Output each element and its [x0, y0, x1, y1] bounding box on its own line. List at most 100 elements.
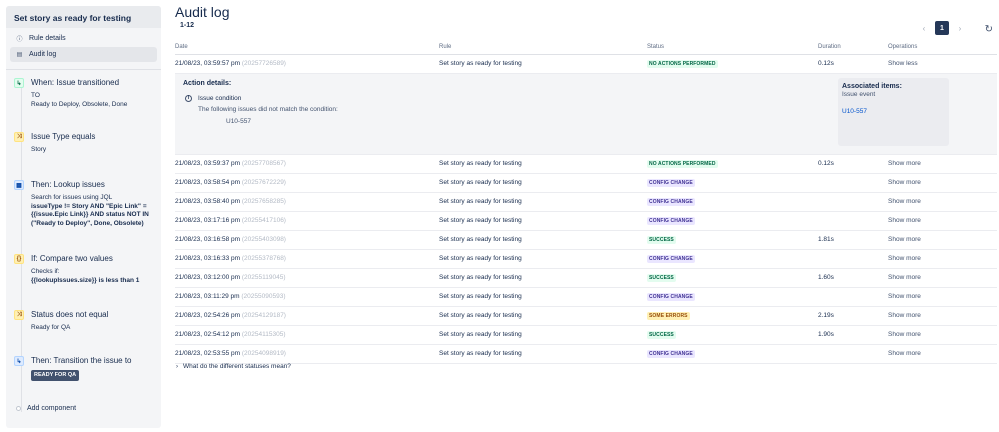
date-cell: 21/08/23, 03:59:57 pm (20257726589) [175, 54, 439, 74]
component-issue-type[interactable]: ⤨ Issue Type equals Story [14, 132, 156, 155]
component-status-condition[interactable]: ⤨ Status does not equal Ready for QA [14, 310, 156, 333]
audit-log-panel: Audit log 1-12 ‹ 1 › ↻ Date Rule Status … [175, 0, 997, 432]
component-compare[interactable]: {} If: Compare two values Checks if: {{lo… [14, 254, 156, 285]
status-cell: CONFIG CHANGE [647, 211, 818, 231]
add-component-button[interactable]: Add component [14, 405, 156, 412]
status-cell: NO ACTIONS PERFORMED [647, 54, 818, 74]
execution-id: (20254129187) [241, 312, 286, 319]
page-number[interactable]: 1 [935, 21, 949, 35]
col-duration: Duration [818, 41, 888, 55]
toggle-details-link[interactable]: Show more [888, 331, 921, 338]
sidebar-nav: ⓘ Rule details ▤ Audit log [6, 28, 161, 66]
operations-cell: Show more [888, 268, 997, 288]
status-badge: SUCCESS [647, 330, 676, 339]
component-flow: ↳ When: Issue transitioned TO Ready to De… [6, 70, 161, 412]
duration-cell [818, 173, 888, 193]
date-text: 21/08/23, 02:54:12 pm [175, 331, 241, 338]
table-row: 21/08/23, 02:54:26 pm (20254129187) Set s… [175, 306, 997, 326]
toggle-details-link[interactable]: Show more [888, 198, 921, 205]
rule-cell: Set story as ready for testing [439, 192, 647, 212]
execution-id: (20255378768) [241, 255, 286, 262]
table-row: 21/08/23, 03:16:58 pm (20255403098) Set s… [175, 230, 997, 250]
date-cell: 21/08/23, 02:54:12 pm (20254115305) [175, 325, 439, 345]
operations-cell: Show more [888, 173, 997, 193]
date-text: 21/08/23, 02:53:55 pm [175, 350, 241, 357]
nav-audit-log[interactable]: ▤ Audit log [10, 47, 157, 62]
chevron-left-icon[interactable]: ‹ [917, 21, 931, 35]
info-icon: i [185, 94, 192, 102]
component-transition[interactable]: ↳ Then: Transition the issue to READY FOR… [14, 356, 156, 381]
toggle-details-link[interactable]: Show more [888, 255, 921, 262]
rule-sidebar: Set story as ready for testing ⓘ Rule de… [6, 6, 161, 428]
operations-cell: Show more [888, 230, 997, 250]
execution-id: (20255119045) [241, 274, 286, 281]
date-cell: 21/08/23, 03:12:00 pm (20255119045) [175, 268, 439, 288]
add-component-label: Add component [27, 405, 77, 412]
date-text: 21/08/23, 03:12:00 pm [175, 274, 241, 281]
braces-icon: {} [14, 254, 24, 264]
component-line: Checks if: [31, 268, 60, 275]
date-cell: 21/08/23, 03:58:54 pm (20257672229) [175, 173, 439, 193]
status-cell: NO ACTIONS PERFORMED [647, 154, 818, 174]
date-text: 21/08/23, 03:11:29 pm [175, 293, 240, 300]
condition-icon: ⤨ [14, 132, 24, 142]
duration-cell [818, 211, 888, 231]
action-details-title: Action details: [183, 79, 232, 87]
toggle-details-link[interactable]: Show more [888, 312, 921, 319]
nav-label: Rule details [29, 35, 66, 42]
execution-id: (20255417106) [241, 217, 286, 224]
table-row: 21/08/23, 02:54:12 pm (20254115305) Set s… [175, 325, 997, 345]
date-cell: 21/08/23, 02:53:55 pm (20254098919) [175, 344, 439, 364]
status-badge: SUCCESS [647, 273, 676, 282]
nav-label: Audit log [29, 51, 57, 58]
component-title: Status does not equal [31, 310, 109, 319]
status-help-label: What do the different statuses mean? [183, 363, 291, 370]
status-help-toggle[interactable]: › What do the different statuses mean? [176, 363, 291, 370]
col-operations: Operations [888, 41, 997, 55]
refresh-icon[interactable]: ↻ [985, 24, 993, 35]
operations-cell: Show more [888, 211, 997, 231]
duration-cell: 2.19s [818, 306, 888, 326]
col-rule: Rule [439, 41, 647, 55]
status-badge: SOME ERRORS [647, 311, 690, 320]
chevron-right-icon: › [176, 363, 178, 370]
condition-label: Issue condition [198, 94, 242, 102]
jql-query: issueType != Story AND "Epic Link" = {{i… [31, 202, 149, 227]
table-row: 21/08/23, 03:58:54 pm (20257672229) Set s… [175, 173, 997, 193]
issue-link[interactable]: U10-557 [842, 108, 945, 115]
rule-cell: Set story as ready for testing [439, 173, 647, 193]
component-line: TO [31, 92, 40, 99]
component-line: Story [31, 146, 47, 153]
toggle-details-link[interactable]: Show more [888, 217, 921, 224]
execution-id: (20255403098) [241, 236, 286, 243]
duration-cell [818, 192, 888, 212]
component-trigger[interactable]: ↳ When: Issue transitioned TO Ready to De… [14, 78, 156, 109]
date-text: 21/08/23, 03:17:16 pm [175, 217, 241, 224]
audit-table: Date Rule Status Duration Operations 21/… [175, 41, 997, 364]
status-badge: NO ACTIONS PERFORMED [647, 59, 718, 68]
component-line: Search for issues using JQL [31, 194, 113, 201]
toggle-details-link[interactable]: Show more [888, 179, 921, 186]
toggle-details-link[interactable]: Show more [888, 293, 921, 300]
status-cell: SUCCESS [647, 268, 818, 288]
table-row: 21/08/23, 03:58:40 pm (20257658285) Set s… [175, 192, 997, 212]
chevron-right-icon[interactable]: › [953, 21, 967, 35]
date-text: 21/08/23, 03:16:33 pm [175, 255, 241, 262]
toggle-details-link[interactable]: Show less [888, 60, 918, 67]
execution-id: (20254115305) [241, 331, 286, 338]
toggle-details-link[interactable]: Show more [888, 160, 921, 167]
component-lookup[interactable]: ▦ Then: Lookup issues Search for issues u… [14, 180, 156, 228]
unmatched-issue: U10-557 [226, 117, 251, 125]
toggle-details-link[interactable]: Show more [888, 350, 921, 357]
status-cell: CONFIG CHANGE [647, 173, 818, 193]
pagination: ‹ 1 › [917, 21, 967, 35]
transition-icon: ↳ [14, 78, 24, 88]
component-title: Then: Lookup issues [31, 180, 105, 189]
execution-id: (20257658285) [241, 198, 286, 205]
transition-icon: ↳ [14, 356, 24, 366]
nav-rule-details[interactable]: ⓘ Rule details [10, 31, 157, 46]
toggle-details-link[interactable]: Show more [888, 236, 921, 243]
rule-cell: Set story as ready for testing [439, 325, 647, 345]
date-cell: 21/08/23, 03:16:33 pm (20255378768) [175, 249, 439, 269]
toggle-details-link[interactable]: Show more [888, 274, 921, 281]
